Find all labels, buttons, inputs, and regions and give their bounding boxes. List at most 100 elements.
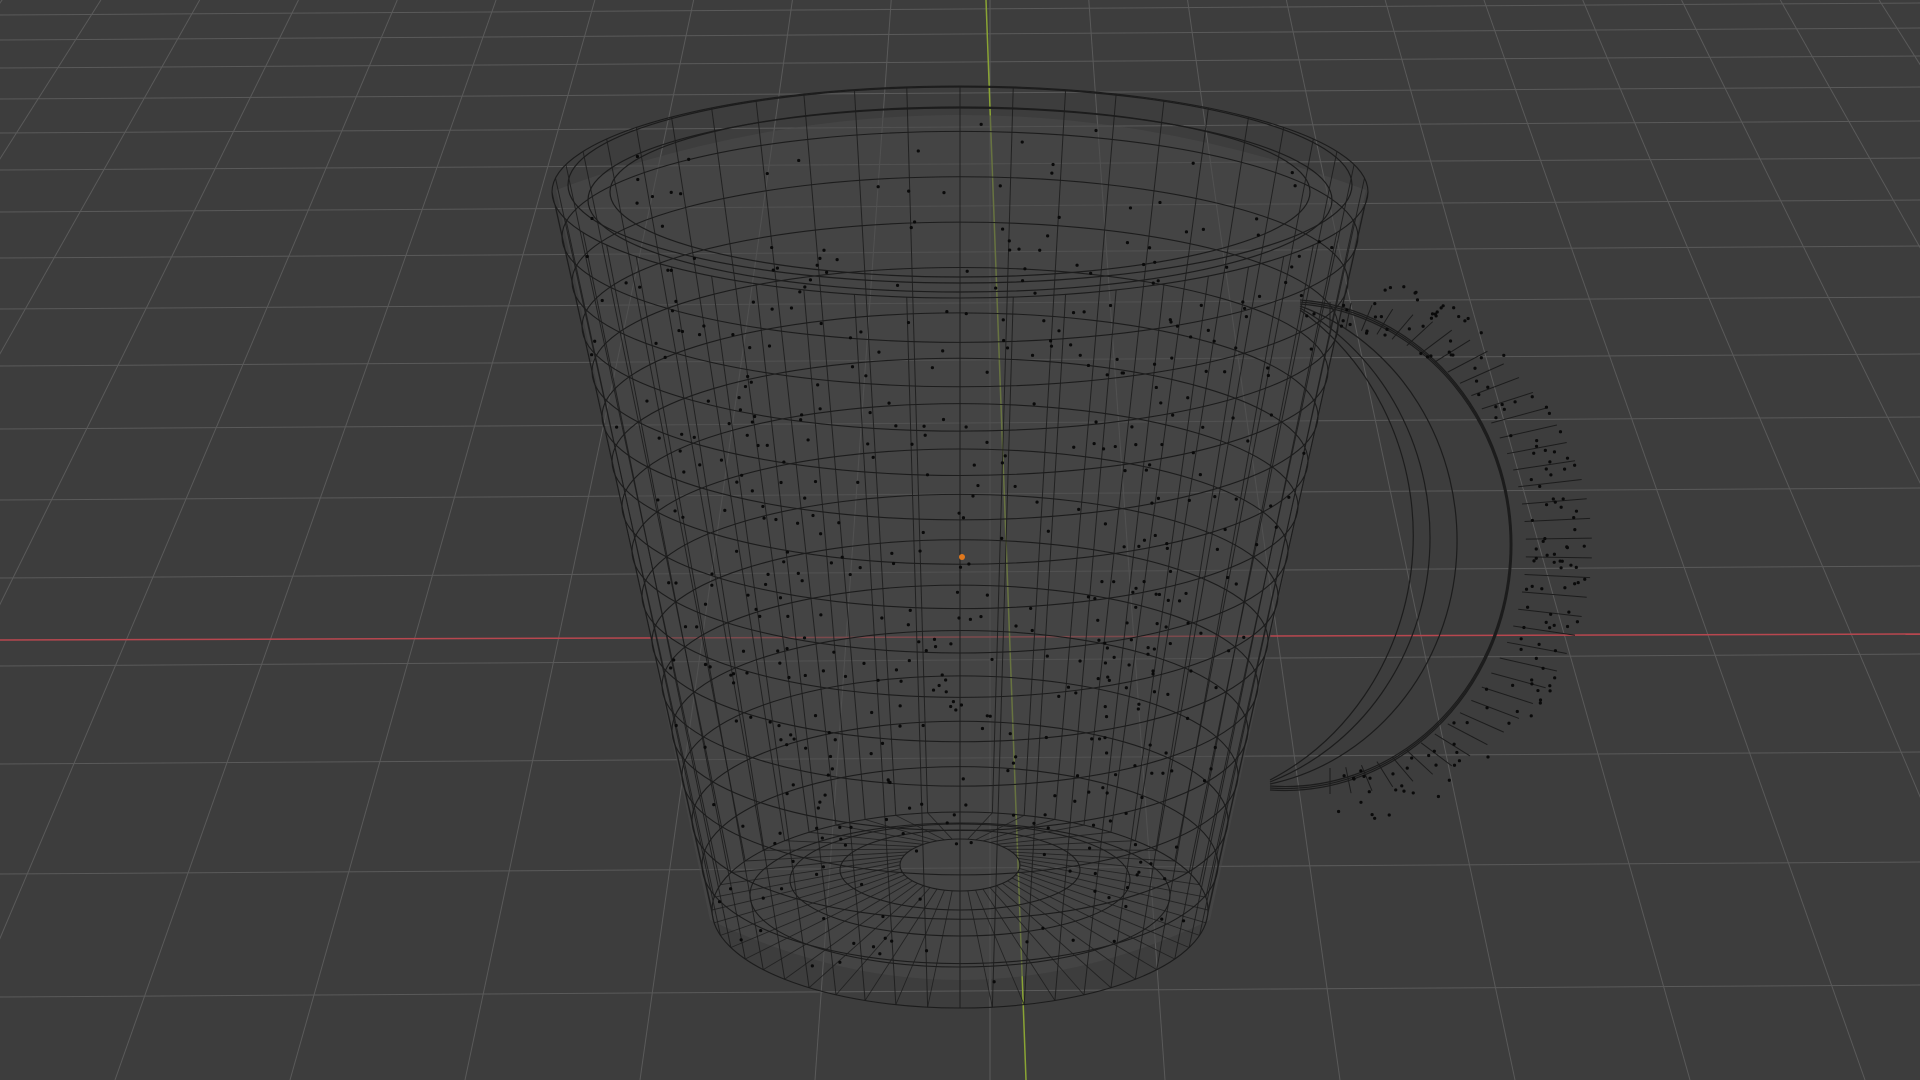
mesh-vertex xyxy=(1011,813,1016,817)
mesh-vertex xyxy=(796,521,800,525)
mesh-vertex xyxy=(1522,625,1526,630)
mesh-vertex xyxy=(1341,319,1345,323)
mesh-vertex xyxy=(1078,659,1082,663)
mesh-vertex xyxy=(1086,595,1091,599)
mesh-vertex xyxy=(1013,484,1017,489)
mesh-vertex xyxy=(1140,795,1144,800)
mesh-vertex xyxy=(838,960,842,964)
handle-edge xyxy=(1471,377,1520,397)
mesh-vertex xyxy=(811,513,815,518)
mesh-vertex xyxy=(1074,691,1078,695)
mesh-vertex xyxy=(890,939,894,943)
mesh-vertex xyxy=(944,678,948,682)
mesh-vertex xyxy=(1134,605,1138,609)
mesh-vertex xyxy=(1544,405,1549,409)
mesh-vertex xyxy=(1359,800,1363,804)
mesh-vertex xyxy=(1089,271,1093,275)
mesh-vertex xyxy=(1071,311,1076,315)
mesh-vertex xyxy=(804,746,808,750)
mesh-vertex xyxy=(1125,621,1129,625)
mesh-vertex xyxy=(961,516,966,520)
mesh-vertex xyxy=(1165,542,1169,546)
mesh-vertex xyxy=(822,248,826,252)
mesh-vertex xyxy=(1134,586,1138,590)
mesh-vertex xyxy=(1509,434,1513,438)
mesh-vertex xyxy=(901,832,905,836)
3d-viewport[interactable] xyxy=(0,0,1920,1080)
mesh-vertex xyxy=(773,841,777,846)
mesh-vertex xyxy=(1147,246,1152,250)
mesh-vertex xyxy=(1199,303,1203,308)
grid-line xyxy=(1779,0,1920,249)
mesh-vertex xyxy=(1146,652,1150,656)
mesh-vertex xyxy=(1166,598,1170,602)
mesh-vertex xyxy=(1001,227,1005,231)
mesh-vertex xyxy=(660,224,665,228)
object-origin[interactable] xyxy=(959,554,965,560)
mesh-vertex xyxy=(1419,351,1423,356)
mesh-vertex xyxy=(1105,646,1109,650)
mesh-vertex xyxy=(687,157,691,161)
mesh-vertex xyxy=(1156,496,1161,500)
mesh-vertex xyxy=(1367,790,1371,794)
mesh-vertex xyxy=(1142,538,1147,542)
mesh-vertex xyxy=(1092,441,1096,446)
mesh-vertex xyxy=(1287,495,1291,499)
mesh-vertex xyxy=(1548,689,1552,693)
mesh-vertex xyxy=(743,384,748,389)
mesh-vertex xyxy=(976,483,980,488)
mesh-vertex xyxy=(669,666,673,670)
mesh-vertex xyxy=(703,662,708,667)
grid-line xyxy=(1582,0,1920,798)
mesh-vertex xyxy=(1159,401,1163,405)
mesh-vertex xyxy=(786,614,790,618)
mesh-vertex xyxy=(1551,497,1555,501)
mesh-vertex xyxy=(918,897,922,901)
mesh-vertex xyxy=(1137,702,1141,706)
mesh-vertex xyxy=(949,704,953,709)
mesh-vertex xyxy=(1494,405,1498,409)
mesh-vertex xyxy=(761,896,765,900)
mesh-vertex xyxy=(1548,684,1552,688)
handle-edge xyxy=(1521,591,1587,598)
mesh-vertex xyxy=(1434,763,1438,767)
mesh-vertex xyxy=(1432,749,1436,753)
mesh-vertex xyxy=(1045,654,1049,658)
mesh-vertex xyxy=(1129,638,1133,642)
mesh-vertex xyxy=(921,723,925,728)
mug-inner-shading xyxy=(556,115,1366,980)
mesh-vertex xyxy=(869,752,873,756)
mesh-vertex xyxy=(1573,528,1577,532)
mesh-vertex xyxy=(1565,624,1570,629)
mesh-vertex xyxy=(1133,764,1137,768)
mesh-vertex xyxy=(1123,469,1127,473)
mesh-vertex xyxy=(1093,871,1097,876)
mesh-vertex xyxy=(917,640,921,644)
mug-wireframe[interactable] xyxy=(551,85,1592,1009)
mesh-vertex xyxy=(964,425,968,429)
mesh-vertex xyxy=(1448,339,1453,343)
mesh-vertex xyxy=(1558,430,1563,434)
mesh-vertex xyxy=(1479,331,1483,335)
mesh-vertex xyxy=(1479,356,1483,360)
mesh-vertex xyxy=(762,516,766,520)
mesh-vertex xyxy=(1113,444,1117,449)
mesh-vertex xyxy=(767,344,772,348)
mesh-vertex xyxy=(1125,886,1130,890)
mesh-vertex xyxy=(750,489,754,493)
mesh-vertex xyxy=(1231,416,1235,420)
mesh-vertex xyxy=(1317,240,1321,244)
mesh-vertex xyxy=(957,616,961,620)
mesh-vertex xyxy=(593,339,597,343)
mesh-vertex xyxy=(799,418,803,422)
mesh-vertex xyxy=(703,602,708,606)
mesh-vertex xyxy=(1452,742,1456,746)
mesh-vertex xyxy=(931,688,936,692)
mesh-vertex xyxy=(695,625,699,629)
mesh-vertex xyxy=(985,440,989,444)
mesh-vertex xyxy=(1032,402,1036,406)
mesh-vertex xyxy=(985,370,989,374)
viewport-canvas[interactable] xyxy=(0,0,1920,1080)
mesh-vertex xyxy=(775,266,779,270)
mesh-vertex xyxy=(1025,940,1029,944)
